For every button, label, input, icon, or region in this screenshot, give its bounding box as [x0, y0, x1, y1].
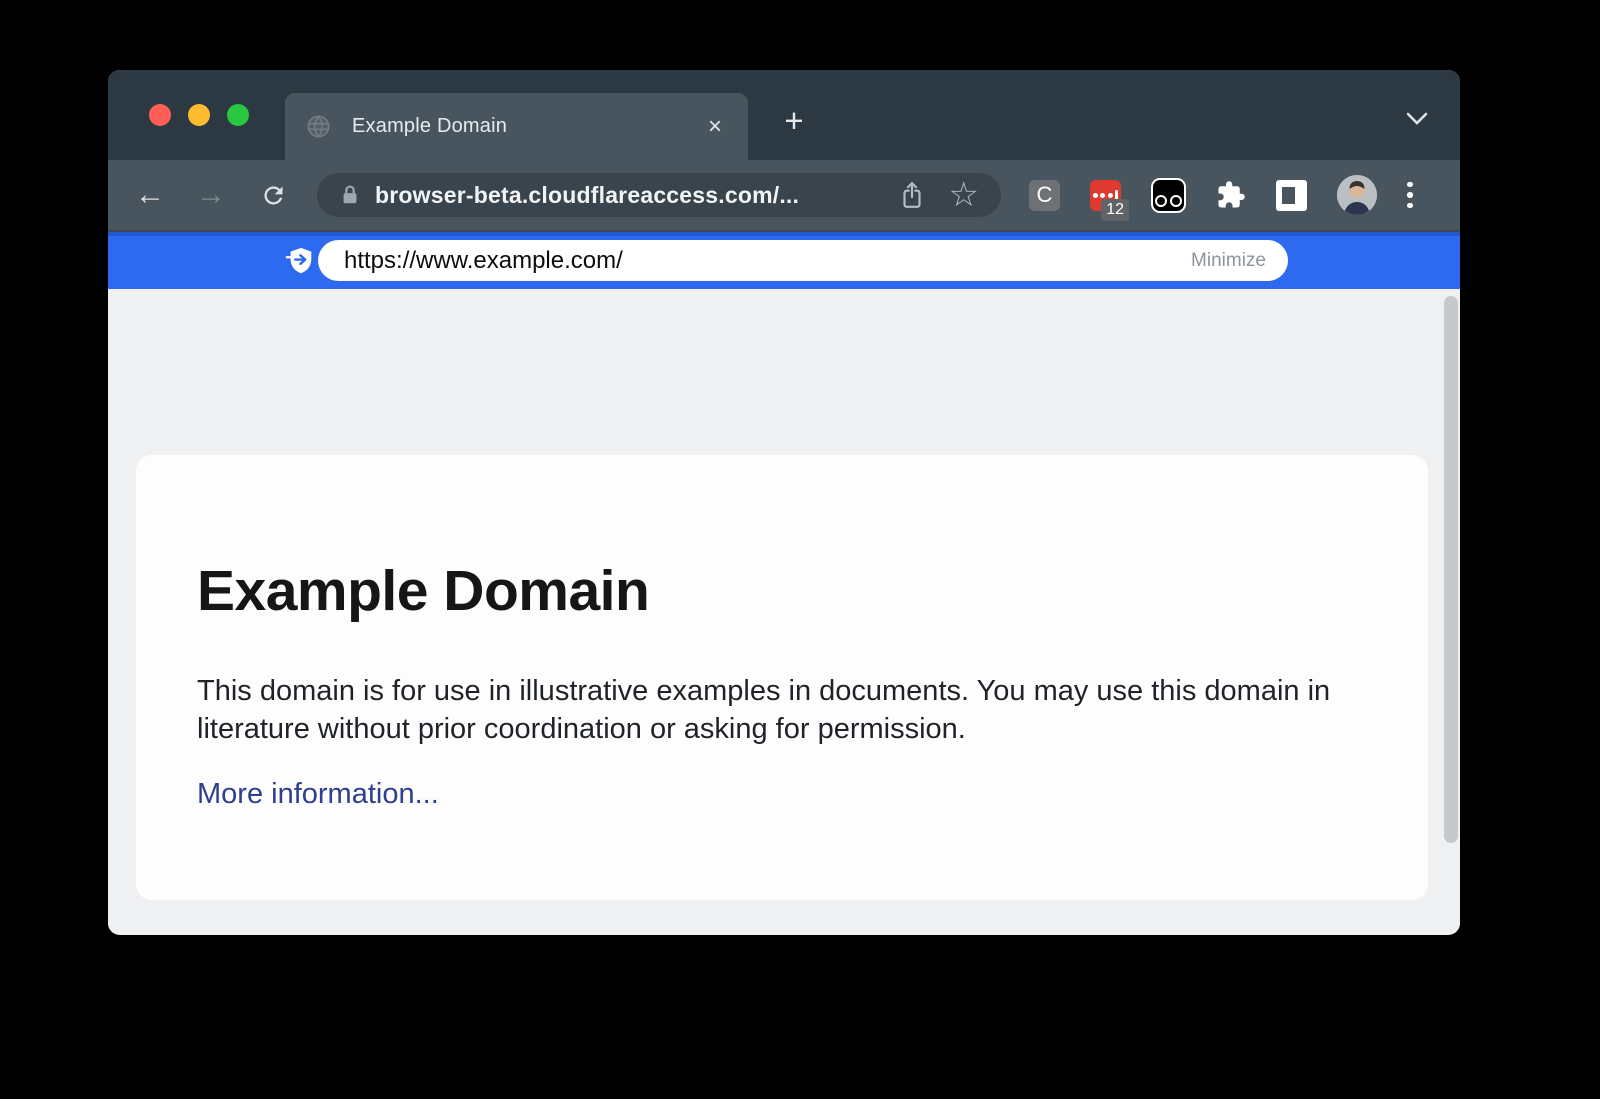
isolated-url-value: https://www.example.com/: [344, 247, 1191, 275]
content-card: Example Domain This domain is for use in…: [136, 455, 1428, 900]
extension-c-icon[interactable]: C: [1029, 180, 1060, 211]
extensions-puzzle-icon[interactable]: [1216, 180, 1246, 210]
scrollbar-thumb[interactable]: [1444, 296, 1458, 843]
extension-badge: 12: [1101, 199, 1129, 221]
bookmark-star-icon[interactable]: ☆: [949, 178, 979, 212]
address-bar[interactable]: browser-beta.cloudflareaccess.com/... ☆: [317, 173, 1001, 217]
browser-window: Example Domain × + ← → browser-be: [108, 70, 1460, 935]
zoom-window-button[interactable]: [227, 104, 249, 126]
traffic-lights: [149, 104, 249, 126]
tab-title: Example Domain: [352, 115, 702, 138]
tab-example-domain[interactable]: Example Domain ×: [285, 93, 748, 160]
browser-toolbar: ← → browser-beta.cloudflareaccess.com/..…: [108, 160, 1460, 232]
isolated-url-input[interactable]: https://www.example.com/ Minimize: [318, 240, 1288, 281]
tab-search-chevron-down-icon[interactable]: [1406, 112, 1428, 125]
page-body-text: This domain is for use in illustrative e…: [197, 672, 1347, 748]
reload-button[interactable]: [253, 175, 293, 215]
lock-icon: [339, 182, 361, 208]
more-information-link[interactable]: More information...: [197, 778, 439, 811]
new-tab-button[interactable]: +: [776, 103, 812, 139]
side-panel-icon[interactable]: [1276, 180, 1307, 211]
globe-favicon-icon: [305, 113, 332, 140]
share-icon[interactable]: [899, 180, 925, 210]
profile-avatar[interactable]: [1337, 175, 1377, 215]
isolation-shield-icon: [284, 245, 316, 277]
page-viewport: Example Domain This domain is for use in…: [108, 289, 1460, 933]
minimize-bar-button[interactable]: Minimize: [1191, 250, 1266, 272]
extension-area: C 12: [1029, 175, 1377, 215]
close-window-button[interactable]: [149, 104, 171, 126]
back-button[interactable]: ←: [130, 175, 170, 215]
forward-button[interactable]: →: [191, 175, 231, 215]
isolation-access-bar: https://www.example.com/ Minimize: [108, 232, 1460, 289]
tab-strip: Example Domain × +: [108, 70, 1460, 160]
password-manager-extension-icon[interactable]: 12: [1090, 180, 1121, 211]
address-bar-url: browser-beta.cloudflareaccess.com/...: [375, 182, 899, 209]
recorder-extension-icon[interactable]: [1151, 178, 1186, 213]
page-title: Example Domain: [197, 558, 1428, 624]
minimize-window-button[interactable]: [188, 104, 210, 126]
tab-close-icon[interactable]: ×: [702, 113, 728, 141]
browser-menu-kebab-icon[interactable]: [1407, 182, 1413, 209]
